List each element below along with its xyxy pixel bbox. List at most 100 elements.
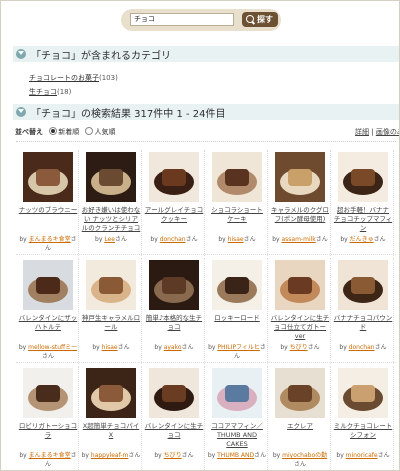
recipe-title-link[interactable]: 神戸生キャラメルロール [81,314,141,332]
recipe-card[interactable]: ショコラショート ケーキ by hisaeさん [205,150,268,256]
view-links: 詳細 | 画像のみ [355,127,399,137]
image-view-link[interactable]: 画像のみ [376,128,399,136]
recipe-title-link[interactable]: バレンタインに生チョコ [144,422,204,440]
by-prefix: by [218,236,228,243]
author-link[interactable]: まんまるキ食堂 [29,236,71,243]
recipe-card[interactable]: ロビリガトーショコラ by まんまるキ食堂さん [16,366,79,470]
recipe-title-link[interactable]: ナッツのブラウニー [18,206,78,215]
section-arrow-icon [16,49,26,59]
sort-popular-radio[interactable] [85,127,94,135]
author-link[interactable]: THUMB AND [217,452,254,459]
recipe-title-link[interactable]: エクレア [270,422,330,431]
recipe-title-link[interactable]: バレンタインに生チョコ仕立てガトーver [270,314,330,341]
recipe-photo[interactable] [212,152,262,202]
recipe-card[interactable]: ロッキーロード by PHILIPフィルヒさん [205,258,268,364]
recipe-card[interactable]: X超簡単チョコパイX by happyleaf-mさん [79,366,142,470]
author-link[interactable]: だんきゅ [350,236,374,243]
recipe-photo[interactable] [23,152,73,202]
recipe-card[interactable]: バナナチョコパウンド by donchanさん [331,258,394,364]
recipe-card[interactable]: ナッツのブラウニー by まんまるキ食堂さん [16,150,79,256]
author-link[interactable]: ちびり [164,452,182,459]
author-link[interactable]: PHILIPフィルヒ [217,344,260,351]
recipe-title-link[interactable]: ロッキーロード [207,314,267,323]
by-prefix: by [154,344,164,351]
recipe-card[interactable]: バレンタインに生チョコ by ちびりさん [142,366,205,470]
recipe-photo[interactable] [275,152,325,202]
recipe-card[interactable]: アールグレイチョコクッキー by donchanさん [142,150,205,256]
author-link[interactable]: hisae [102,344,118,351]
recipe-author: by happyleaf-mさん [81,452,141,461]
by-prefix: by [154,452,164,459]
recipe-photo[interactable] [212,368,262,418]
recipe-photo[interactable] [338,152,388,202]
author-link[interactable]: mellow-stuffミー [28,344,77,351]
section-arrow-icon [16,107,26,117]
author-suffix: さん [128,452,141,459]
recipe-author: by Leeさん [81,236,141,245]
recipe-card[interactable]: ココアマフィン／THUMB AND CAKES by THUMB ANDさん [205,366,268,470]
recipe-card[interactable]: バレンタインにザッハトルテ by mellow-stuffミーさん [16,258,79,364]
author-link[interactable]: ayako [164,344,182,351]
recipe-author: by だんきゅさん [333,236,393,245]
by-prefix: by [18,344,29,351]
category-link[interactable]: チョコレートのお菓子 [29,74,99,82]
recipe-photo[interactable] [275,368,325,418]
recipe-card[interactable]: エクレア by miyochaboの勤さん [268,366,331,470]
author-link[interactable]: assam-milk [281,236,315,243]
recipe-card[interactable]: お好き嫌いは使わない ナッツとシリアルのクランチチョコ by Leeさん [79,150,142,256]
recipe-title-link[interactable]: ロビリガトーショコラ [18,422,78,440]
author-link[interactable]: Lee [104,236,115,243]
sort-popular-label[interactable]: 人気順 [94,128,115,136]
search-input[interactable] [130,13,234,26]
author-link[interactable]: hisae [228,236,244,243]
search-button[interactable]: 探す [242,12,278,27]
author-suffix: さん [377,452,390,459]
recipe-photo[interactable] [86,260,136,310]
category-link[interactable]: 生チョコ [29,88,57,96]
author-link[interactable]: donchan [349,344,375,351]
recipe-photo[interactable] [149,152,199,202]
recipe-photo[interactable] [338,368,388,418]
recipe-card[interactable]: バレンタインに生チョコ仕立てガトーver by ちびりさん [268,258,331,364]
author-link[interactable]: minoricafe [346,452,378,459]
author-link[interactable]: まんまるキ食堂 [29,452,71,459]
recipe-title-link[interactable]: お好き嫌いは使わない ナッツとシリアルのクランチチョコ [81,206,141,233]
recipe-title-link[interactable]: キャラメルのクグロフ(ポン酵母使用) [270,206,330,224]
detail-view-link[interactable]: 詳細 [355,128,369,136]
recipe-photo[interactable] [149,260,199,310]
recipe-title-link[interactable]: ショコラショート ケーキ [207,206,267,224]
author-link[interactable]: ちびり [290,344,308,351]
by-prefix: by [81,452,91,459]
recipe-card[interactable]: 超お手軽！バナナ チョコチップマフィン by だんきゅさん [331,150,394,256]
recipe-title-link[interactable]: ミルクチョコレートシフォン [333,422,393,440]
recipe-photo[interactable] [86,152,136,202]
recipe-title-link[interactable]: ココアマフィン／THUMB AND CAKES [207,422,267,449]
recipe-title-link[interactable]: X超簡単チョコパイX [81,422,141,440]
recipe-card[interactable]: ミルクチョコレートシフォン by minoricafeさん [331,366,394,470]
sort-newest-label[interactable]: 新着順 [58,128,79,136]
recipe-title-link[interactable]: バレンタインにザッハトルテ [18,314,78,332]
recipe-photo[interactable] [23,260,73,310]
recipe-photo[interactable] [212,260,262,310]
author-link[interactable]: donchan [160,236,186,243]
sort-newest-radio[interactable] [49,127,58,135]
recipe-photo[interactable] [23,368,73,418]
recipe-photo[interactable] [338,260,388,310]
recipe-title-link[interactable]: 超お手軽！バナナ チョコチップマフィン [333,206,393,233]
recipe-photo[interactable] [149,368,199,418]
recipe-author: by PHILIPフィルヒさん [207,344,267,361]
search-icon [246,15,254,23]
recipe-card[interactable]: 神戸生キャラメルロール by hisaeさん [79,258,142,364]
recipe-author: by ちびりさん [270,344,330,353]
recipe-card[interactable]: 簡単♪本格的な生チョコ by ayakoさん [142,258,205,364]
author-link[interactable]: happyleaf-m [91,452,128,459]
author-link[interactable]: miyochaboの勤 [282,452,327,459]
recipe-photo[interactable] [86,368,136,418]
by-prefix: by [207,452,218,459]
recipe-title-link[interactable]: バナナチョコパウンド [333,314,393,332]
category-item: チョコレートのお菓子(103) [29,74,118,82]
recipe-title-link[interactable]: 簡単♪本格的な生チョコ [144,314,204,332]
recipe-photo[interactable] [275,260,325,310]
recipe-title-link[interactable]: アールグレイチョコクッキー [144,206,204,224]
recipe-card[interactable]: キャラメルのクグロフ(ポン酵母使用) by assam-milkさん [268,150,331,256]
